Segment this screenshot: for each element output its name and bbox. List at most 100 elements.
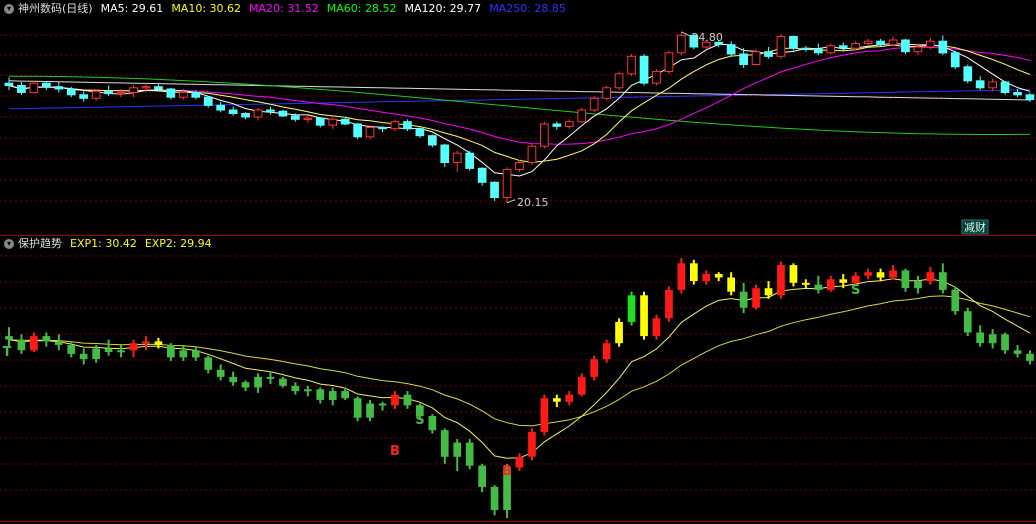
- candle: [415, 128, 425, 137]
- signal-bar: [528, 431, 536, 457]
- candle: [801, 47, 811, 50]
- candle: [652, 71, 661, 84]
- signal-bar: [988, 334, 997, 344]
- signal-bar: [889, 270, 897, 278]
- signal-bar: [565, 394, 574, 402]
- signal-bar: [577, 376, 586, 395]
- event-label: 减财: [964, 220, 986, 234]
- signal-bar: [714, 274, 723, 278]
- signal-bar: [465, 442, 474, 466]
- candle: [751, 51, 761, 66]
- signal-bar: [665, 289, 673, 319]
- ma10-line: [8, 44, 1031, 163]
- candle: [129, 87, 138, 94]
- signal-bar: [814, 284, 823, 290]
- candle: [315, 117, 325, 126]
- signal-bar: [179, 350, 188, 358]
- candle: [975, 80, 985, 89]
- candle: [378, 127, 387, 130]
- signal-bar: [702, 274, 711, 282]
- candle: [826, 45, 836, 54]
- candle: [353, 123, 362, 138]
- signal-bar: [826, 279, 835, 290]
- candle: [428, 135, 437, 146]
- low-price-label: 20.15: [517, 196, 549, 209]
- candle: [191, 92, 201, 98]
- candle: [602, 87, 611, 99]
- candle: [614, 73, 624, 89]
- candle: [179, 92, 188, 98]
- signal-bar: [764, 288, 773, 296]
- candle: [863, 40, 873, 45]
- candle: [490, 181, 499, 199]
- candle: [950, 52, 960, 68]
- buy-marker: B: [390, 444, 400, 459]
- candle: [913, 46, 923, 53]
- signal-bar: [515, 456, 524, 468]
- price-chart[interactable]: 34.80 20.15 减财 T B B S S: [0, 0, 1036, 524]
- candle: [66, 88, 76, 96]
- signal-bar: [167, 345, 175, 358]
- candle: [639, 55, 649, 84]
- candle: [988, 81, 997, 89]
- stock-chart-window: ▾ 神州数码(日线) MA5: 29.61 MA10: 30.62 MA20: 31.5…: [0, 0, 1036, 524]
- signal-bar: [926, 272, 935, 282]
- signal-bar: [279, 378, 287, 386]
- candle: [116, 92, 126, 95]
- candle: [477, 167, 487, 183]
- candle: [963, 66, 973, 82]
- candle: [502, 169, 512, 198]
- candle: [726, 44, 736, 55]
- signal-bar: [254, 376, 262, 388]
- candle: [365, 127, 375, 138]
- signal-bar: [440, 430, 449, 457]
- signal-bar: [677, 263, 686, 290]
- candle: [851, 43, 860, 49]
- candle: [154, 86, 163, 90]
- signal-bar: [216, 369, 225, 377]
- signal-bar: [154, 341, 163, 345]
- signal-bar: [652, 318, 661, 336]
- signal-bar: [752, 288, 760, 308]
- signal-bar: [1026, 353, 1034, 361]
- signal-bar: [428, 416, 437, 431]
- candle: [764, 51, 773, 57]
- signal-bar: [789, 265, 798, 283]
- candle: [29, 82, 39, 93]
- candle: [203, 96, 213, 106]
- signal-bar: [540, 398, 549, 432]
- sell-marker: S: [851, 283, 860, 298]
- signal-bar: [1001, 334, 1009, 351]
- candle: [4, 82, 14, 86]
- signal-bar: [304, 389, 312, 392]
- signal-bar: [876, 272, 885, 278]
- signal-bar: [963, 311, 972, 333]
- signal-bar: [777, 265, 785, 296]
- candle: [266, 109, 275, 112]
- signal-bar: [914, 281, 922, 289]
- candle: [540, 123, 549, 147]
- signal-bar: [241, 382, 250, 388]
- candle: [291, 115, 300, 120]
- candle: [91, 90, 101, 99]
- candle: [403, 121, 412, 130]
- signal-bar: [802, 282, 810, 285]
- candle: [253, 109, 263, 118]
- signal-bar: [739, 291, 748, 308]
- signal-bar: [54, 341, 63, 345]
- candle: [216, 104, 226, 111]
- signal-bar: [30, 336, 38, 351]
- candle: [888, 39, 898, 46]
- candle: [926, 40, 935, 48]
- candle: [278, 110, 288, 117]
- candle: [1000, 81, 1010, 93]
- signal-bar: [117, 350, 125, 353]
- candle: [527, 145, 537, 163]
- candle: [303, 117, 313, 120]
- signal-bar: [453, 442, 462, 457]
- candle: [515, 162, 524, 170]
- signal-bar: [839, 279, 848, 283]
- candle: [54, 86, 64, 90]
- candle: [17, 85, 26, 93]
- candle: [577, 109, 587, 123]
